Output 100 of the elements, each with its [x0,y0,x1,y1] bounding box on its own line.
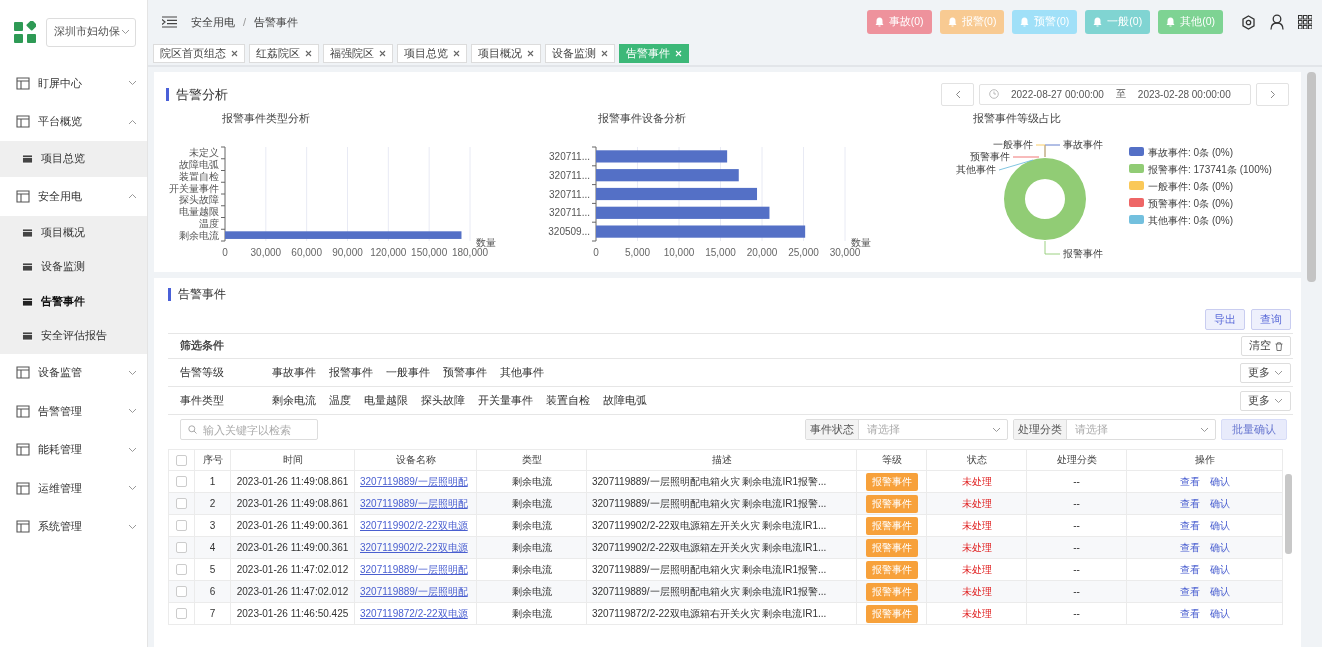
org-select[interactable]: 深圳市妇幼保 [46,17,136,47]
panel-icon [16,443,30,457]
more-button[interactable]: 更多 [1240,390,1291,411]
menu-item[interactable]: 安全用电 [0,177,147,216]
action-link[interactable]: 确认 [1209,563,1230,575]
action-link[interactable]: 确认 [1209,541,1230,553]
checkbox[interactable] [176,454,187,466]
level-badge: 报警事件 [865,494,918,513]
tick-label: 30,000 [250,247,282,258]
legend-label: 预警事件: 0条 (0%) [1148,197,1233,209]
next-button[interactable] [1256,82,1289,106]
filter-option[interactable]: 开关量事件 [478,393,533,408]
scrollbar[interactable] [1307,72,1316,282]
tab[interactable]: 设备监测 [545,44,615,63]
submenu-item[interactable]: 项目总览 [0,141,147,177]
action-link[interactable]: 查看 [1179,563,1200,575]
scrollbar[interactable] [1285,474,1292,554]
select-field[interactable]: 事件状态 请选择 [805,419,1008,440]
previous-button[interactable] [941,82,974,106]
menu-item[interactable]: 能耗管理 [0,430,147,469]
submenu-item[interactable]: 告警事件 [0,284,147,319]
action-link[interactable]: 查看 [1179,475,1200,487]
breadcrumb-item[interactable]: 安全用电 [191,14,235,30]
tick-label: 60,000 [291,247,322,258]
chevron-icon [121,29,130,35]
panel-icon [16,404,30,418]
menu-item[interactable]: 系统管理 [0,507,147,546]
close-icon[interactable] [527,50,534,57]
filter-option[interactable]: 电量越限 [364,393,408,408]
close-icon[interactable] [453,50,460,57]
settings-icon[interactable] [1241,14,1256,30]
chevron-icon [1274,397,1283,404]
grid-icon[interactable] [1298,15,1312,29]
close-icon[interactable] [231,50,238,57]
close-icon[interactable] [379,50,386,57]
user-icon[interactable] [1270,14,1284,30]
menu-item[interactable]: 平台概览 [0,102,147,141]
menu-item[interactable]: 盯屏中心 [0,64,147,103]
menu-icon[interactable] [162,16,177,28]
filter-option[interactable]: 事故事件 [272,365,316,380]
action-button[interactable]: 导出 [1205,309,1245,330]
tab[interactable]: 项目总览 [397,44,467,63]
submenu-item[interactable]: 安全评估报告 [0,319,147,354]
action-link[interactable]: 确认 [1209,519,1230,531]
chevron-icon [992,426,1001,433]
menu-item[interactable]: 告警管理 [0,392,147,431]
checkbox[interactable] [176,564,187,576]
menu-item[interactable]: 运维管理 [0,469,147,508]
tab[interactable]: 福强院区 [323,44,393,63]
leader-line [1044,240,1061,255]
checkbox[interactable] [176,520,187,532]
filter-option[interactable]: 探头故障 [421,393,465,408]
action-link[interactable]: 确认 [1209,607,1230,619]
checkbox[interactable] [176,542,187,554]
filter-option[interactable]: 报警事件 [329,365,373,380]
submenu-item[interactable]: 项目概况 [0,215,147,250]
tab[interactable]: 院区首页组态 [153,44,245,63]
tick-label: 30,000 [829,247,861,258]
date-range-field[interactable]: 2022-08-27 00:00:00 至 2023-02-28 00:00:00 [979,83,1251,105]
action-link[interactable]: 确认 [1209,497,1230,509]
filter-option[interactable]: 一般事件 [386,365,430,380]
filter-option[interactable]: 故障电弧 [603,393,647,408]
table-cell: 5 [194,558,231,581]
select-field[interactable]: 处理分类 请选择 [1013,419,1216,440]
status-text: 未处理 [961,563,992,575]
filter-option[interactable]: 温度 [329,393,351,408]
action-link[interactable]: 查看 [1179,519,1200,531]
action-link[interactable]: 查看 [1179,607,1200,619]
bell-icon [1093,17,1103,27]
action-button[interactable]: 查询 [1251,309,1291,330]
panel-icon [16,520,30,534]
panel-icon [16,189,30,203]
action-link[interactable]: 确认 [1209,585,1230,597]
table-cell: 2023-01-26 11:49:00.361 [230,514,355,537]
close-icon[interactable] [305,50,312,57]
submenu-item[interactable]: 设备监测 [0,250,147,285]
action-link[interactable]: 查看 [1179,541,1200,553]
close-icon[interactable] [601,50,608,57]
more-button[interactable]: 更多 [1240,362,1291,383]
filter-option[interactable]: 其他事件 [500,365,544,380]
chevron-icon [1274,369,1283,376]
checkbox[interactable] [176,608,187,620]
category-label: 故障电弧 [179,159,219,171]
tab[interactable]: 红荔院区 [249,44,319,63]
breadcrumb-separator: / [243,16,247,28]
filter-option[interactable]: 装置自检 [546,393,590,408]
category-label: 事故事件 [1063,139,1103,150]
search-field[interactable]: 输入关键字以检索 [180,419,318,440]
filter-option[interactable]: 剩余电流 [272,393,316,408]
clear-button[interactable]: 清空 [1241,336,1291,356]
action-link[interactable]: 查看 [1179,585,1200,597]
tab[interactable]: 项目概况 [471,44,541,63]
action-link[interactable]: 确认 [1209,475,1230,487]
filter-option[interactable]: 预警事件 [443,365,487,380]
checkbox[interactable] [176,498,187,510]
menu-item[interactable]: 设备监管 [0,353,147,392]
checkbox[interactable] [176,476,187,488]
action-link[interactable]: 查看 [1179,497,1200,509]
tick-label: 15,000 [705,247,736,258]
checkbox[interactable] [176,586,187,598]
